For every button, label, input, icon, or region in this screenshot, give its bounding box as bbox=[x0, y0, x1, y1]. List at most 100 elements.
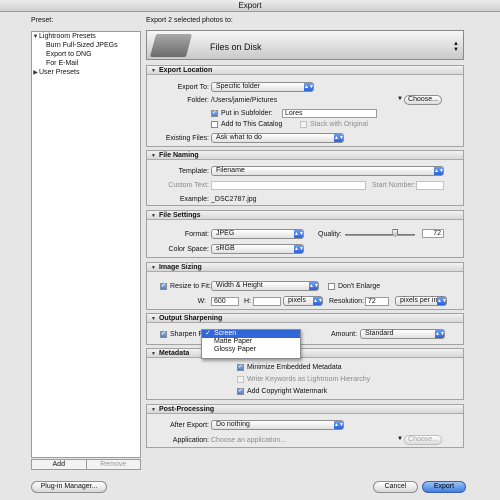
metadata-header[interactable]: ▼ Metadata bbox=[147, 349, 463, 358]
resolution-input[interactable]: 72 bbox=[365, 297, 389, 306]
plugin-manager-button[interactable]: Plug-in Manager... bbox=[31, 481, 107, 493]
stack-checkbox[interactable] bbox=[300, 121, 307, 128]
resize-checkbox[interactable]: ✓ bbox=[160, 283, 167, 290]
resolution-unit-select[interactable]: pixels per inch ▲▼ bbox=[395, 296, 447, 306]
quality-input[interactable]: 72 bbox=[422, 229, 444, 238]
destination-selector[interactable]: Files on Disk ▲ ▼ bbox=[146, 30, 464, 60]
disclosure-open-icon[interactable]: ▼ bbox=[151, 407, 156, 413]
after-export-select[interactable]: Do nothing ▲▼ bbox=[211, 420, 344, 430]
existing-files-label: Existing Files: bbox=[165, 135, 209, 142]
file-naming-panel: ▼ File Naming Template: Filename ▲▼ Custom… bbox=[146, 150, 464, 206]
subfolder-checkbox[interactable]: ✓ bbox=[211, 110, 218, 117]
start-number-input[interactable] bbox=[416, 181, 444, 190]
select-arrows-icon: ▲▼ bbox=[309, 282, 319, 290]
post-processing-header[interactable]: ▼ Post-Processing bbox=[147, 405, 463, 414]
add-catalog-label: Add to This Catalog bbox=[221, 121, 283, 128]
folder-label: Folder: bbox=[187, 97, 209, 104]
metadata-panel: ▼ Metadata ✓ Minimize Embedded Metadata W… bbox=[146, 348, 464, 400]
export-location-panel: ▼ Export Location Export To: Specific fol… bbox=[146, 65, 464, 147]
preset-buttons: Add Remove bbox=[31, 459, 141, 470]
menu-item-screen[interactable]: ✓ Screen bbox=[202, 330, 300, 338]
disclosure-closed-icon[interactable]: ▶ bbox=[32, 69, 39, 78]
file-settings-header[interactable]: ▼ File Settings bbox=[147, 211, 463, 220]
write-keywords-checkbox[interactable] bbox=[237, 376, 244, 383]
start-number-label: Start Number: bbox=[372, 182, 416, 189]
resize-label: Resize to Fit: bbox=[170, 283, 211, 290]
subfolder-input[interactable]: Lores bbox=[282, 109, 377, 118]
choose-folder-button[interactable]: Choose... bbox=[404, 95, 442, 105]
sharpen-for-menu[interactable]: ✓ Screen Matte Paper Glossy Paper bbox=[201, 329, 301, 359]
amount-label: Amount: bbox=[331, 331, 358, 338]
folder-menu-arrow-icon[interactable]: ▼ bbox=[397, 96, 403, 102]
preset-export-to-dng[interactable]: Export to DNG bbox=[32, 50, 140, 59]
disclosure-open-icon[interactable]: ▼ bbox=[151, 68, 156, 74]
color-space-select[interactable]: sRGB ▲▼ bbox=[211, 244, 304, 254]
width-label: W: bbox=[197, 298, 206, 305]
sharpen-checkbox[interactable]: ✓ bbox=[160, 331, 167, 338]
tree-folder-user-presets[interactable]: ▶User Presets bbox=[32, 68, 140, 77]
select-arrows-icon: ▲▼ bbox=[434, 167, 444, 175]
template-select[interactable]: Filename ▲▼ bbox=[211, 166, 444, 176]
add-preset-button[interactable]: Add bbox=[32, 460, 87, 469]
example-label: Example: bbox=[179, 196, 209, 203]
height-label: H: bbox=[244, 298, 251, 305]
copyright-watermark-checkbox[interactable]: ✓ bbox=[237, 388, 244, 395]
export-count-label: Export 2 selected photos to: bbox=[146, 17, 233, 24]
disclosure-open-icon[interactable]: ▼ bbox=[151, 265, 156, 271]
minimize-metadata-label: Minimize Embedded Metadata bbox=[247, 364, 342, 371]
image-sizing-header[interactable]: ▼ Image Sizing bbox=[147, 263, 463, 272]
output-sharpening-header[interactable]: ▼ Output Sharpening bbox=[147, 314, 463, 323]
window-title: Export bbox=[0, 0, 500, 12]
up-down-chevron-icon: ▲ ▼ bbox=[453, 41, 459, 53]
remove-preset-button[interactable]: Remove bbox=[87, 460, 141, 469]
select-arrows-icon: ▲▼ bbox=[313, 297, 323, 305]
height-input[interactable] bbox=[253, 297, 281, 306]
existing-files-select[interactable]: Ask what to do ▲▼ bbox=[211, 133, 344, 143]
application-label: Application: bbox=[172, 437, 209, 444]
minimize-metadata-checkbox[interactable]: ✓ bbox=[237, 364, 244, 371]
application-menu-arrow-icon[interactable]: ▼ bbox=[397, 436, 403, 442]
export-to-select[interactable]: Specific folder ▲▼ bbox=[211, 82, 314, 92]
custom-text-input[interactable] bbox=[211, 181, 366, 190]
select-arrows-icon: ▲▼ bbox=[435, 330, 445, 338]
disclosure-open-icon[interactable]: ▼ bbox=[151, 213, 156, 219]
menu-item-matte-paper[interactable]: Matte Paper bbox=[202, 338, 300, 346]
add-catalog-checkbox[interactable] bbox=[211, 121, 218, 128]
template-label: Template: bbox=[178, 168, 209, 175]
dont-enlarge-checkbox[interactable] bbox=[328, 283, 335, 290]
file-naming-header[interactable]: ▼ File Naming bbox=[147, 151, 463, 160]
tree-folder-lightroom-presets[interactable]: ▼Lightroom Presets bbox=[32, 32, 140, 41]
stack-label: Stack with Original bbox=[310, 121, 368, 128]
disclosure-open-icon[interactable]: ▼ bbox=[151, 351, 156, 357]
disclosure-open-icon[interactable]: ▼ bbox=[32, 33, 39, 42]
select-arrows-icon: ▲▼ bbox=[334, 421, 344, 429]
choose-application-button[interactable]: Choose... bbox=[404, 435, 442, 445]
export-button[interactable]: Export bbox=[422, 481, 466, 493]
menu-item-glossy-paper[interactable]: Glossy Paper bbox=[202, 346, 300, 354]
quality-slider-track[interactable] bbox=[345, 234, 415, 236]
custom-text-label: Custom Text: bbox=[168, 182, 209, 189]
application-placeholder[interactable]: Choose an application... bbox=[211, 437, 286, 444]
size-unit-select[interactable]: pixels ▲▼ bbox=[283, 296, 323, 306]
preset-burn-full-sized[interactable]: Burn Full-Sized JPEGs bbox=[32, 41, 140, 50]
select-arrows-icon: ▲▼ bbox=[437, 297, 447, 305]
quality-label: Quality: bbox=[318, 231, 342, 238]
post-processing-panel: ▼ Post-Processing After Export: Do nothin… bbox=[146, 404, 464, 448]
resize-mode-select[interactable]: Width & Height ▲▼ bbox=[211, 281, 319, 291]
folder-path: /Users/jamie/Pictures bbox=[211, 97, 278, 104]
export-location-header[interactable]: ▼ Export Location bbox=[147, 66, 463, 75]
width-input[interactable]: 600 bbox=[211, 297, 239, 306]
format-select[interactable]: JPEG ▲▼ bbox=[211, 229, 304, 239]
cancel-button[interactable]: Cancel bbox=[373, 481, 418, 493]
disclosure-open-icon[interactable]: ▼ bbox=[151, 153, 156, 159]
image-sizing-panel: ▼ Image Sizing ✓ Resize to Fit: Width & H… bbox=[146, 262, 464, 310]
after-export-label: After Export: bbox=[170, 422, 209, 429]
preset-for-email[interactable]: For E-Mail bbox=[32, 59, 140, 68]
preset-tree[interactable]: ▼Lightroom Presets Burn Full-Sized JPEGs… bbox=[31, 31, 141, 458]
disclosure-open-icon[interactable]: ▼ bbox=[151, 316, 156, 322]
select-arrows-icon: ▲▼ bbox=[294, 245, 304, 253]
amount-select[interactable]: Standard ▲▼ bbox=[360, 329, 445, 339]
hard-drive-icon bbox=[149, 34, 193, 57]
resolution-label: Resolution: bbox=[329, 298, 365, 305]
output-sharpening-panel: ▼ Output Sharpening ✓ Sharpen For: Amount… bbox=[146, 313, 464, 345]
